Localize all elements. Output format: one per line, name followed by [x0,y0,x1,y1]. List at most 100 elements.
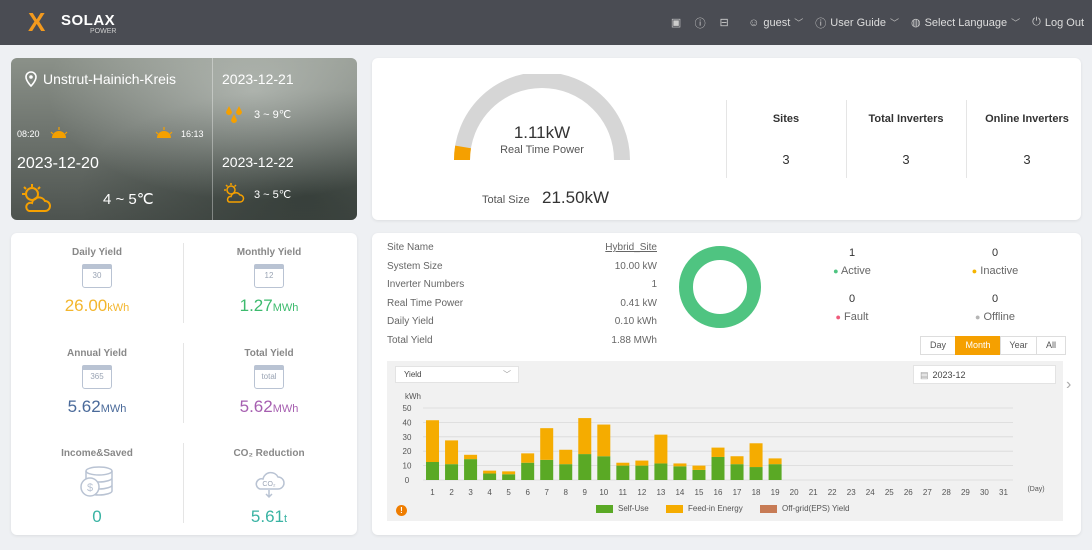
range-year-button[interactable]: Year [1000,336,1037,355]
location-pin-icon [25,71,37,87]
x-tick-label: 7 [544,488,549,497]
total-size-label: Total Size [482,194,530,206]
calendar-icon: ▤ [920,370,929,380]
x-tick-label: 24 [866,488,875,497]
offline-label: Offline [983,311,1016,323]
x-tick-label: 3 [468,488,473,497]
language-menu[interactable]: ◍ Select Language ﹀ [910,16,1020,30]
day2-temp: 3 ~ 9℃ [254,109,292,121]
bar [559,449,573,465]
y-tick-label: 10 [403,462,412,471]
x-tick-label: 16 [714,488,723,497]
legend-label: Feed-in Energy [688,504,743,513]
chart-type-select[interactable]: Yield ﹀ [395,366,519,383]
bar [635,460,649,466]
annual-yield: Annual Yield 365 5.62MWh [27,348,167,417]
x-tick-label: 21 [809,488,818,497]
x-tick-label: 15 [695,488,704,497]
x-tick-label: 6 [525,488,530,497]
site-info-row: System Size 10.00 kW [387,261,657,272]
total-yield-label: Total Yield [244,348,294,359]
site-info-value: 0.10 kWh [614,316,657,328]
bar [540,428,554,460]
logout-button[interactable]: ⏻ Log Out [1032,16,1084,29]
y-tick-label: 0 [405,476,410,485]
site-info-row[interactable]: Site Name Hybrid_Site [387,242,657,253]
user-menu[interactable]: ☺ guest ﹀ [748,16,803,29]
x-tick-label: 14 [675,488,684,497]
site-info-value: 0.41 kW [620,297,657,309]
x-tick-label: 9 [583,488,588,497]
y-tick-label: 50 [403,404,412,413]
info-icon[interactable]: ⓘ [692,15,708,31]
x-tick-label: 20 [790,488,799,497]
bar [616,465,630,480]
x-tick-label: 31 [999,488,1008,497]
weather-divider [212,58,213,220]
total-inverters-value: 3 [902,152,910,167]
co2-reduction-value: 5.61 [250,507,285,526]
calendar-icon: total [254,365,284,389]
daily-yield-unit: kWh [107,302,130,314]
power-value: 1.11kW [513,123,571,142]
bar [483,473,497,480]
legend-feed-in[interactable]: Feed-in Energy [666,504,743,513]
screen-icon[interactable]: ▣ [668,16,684,29]
bar [597,456,611,480]
site-name-link[interactable]: Hybrid_Site [605,242,657,253]
chevron-right-icon[interactable]: › [1066,376,1071,394]
bar [749,443,763,468]
status-inactive: 0 ● Inactive [960,247,1030,277]
calendar-icon: 30 [82,264,112,288]
co2-reduction: CO₂ Reduction CO₂ 5.61t [199,448,339,527]
active-label: Active [840,265,871,277]
site-info-label: Inverter Numbers [387,279,465,291]
legend-off-grid[interactable]: Off-grid(EPS) Yield [760,504,849,513]
total-yield-unit: MWh [272,403,299,415]
total-yield-value: 5.62 [239,397,273,416]
bar [426,420,440,462]
site-info-row: Total Yield 1.88 MWh [387,335,657,346]
x-tick-label: 23 [847,488,856,497]
day2-date: 2023-12-21 [222,71,294,87]
x-tick-label: 5 [506,488,511,497]
x-tick-label: 17 [733,488,742,497]
book-icon[interactable]: ⊟ [716,16,732,29]
bar [521,462,535,480]
today-temp: 4 ~ 5℃ [103,191,154,208]
inactive-count: 0 [991,247,999,259]
bar [673,466,687,480]
solax-logo[interactable]: X SOLAX POWER [28,8,123,38]
site-info-row: Inverter Numbers 1 [387,279,657,290]
x-tick-label: 4 [487,488,492,497]
monthly-yield-unit: MWh [272,302,299,314]
x-tick-label: 22 [828,488,837,497]
bar [578,454,592,480]
x-tick-label: 2 [449,488,454,497]
annual-yield-unit: MWh [100,403,127,415]
daily-yield: Daily Yield 30 26.00kWh [27,247,167,316]
bar [464,454,478,460]
bar [483,470,497,474]
legend-self-use[interactable]: Self-Use [596,504,649,513]
x-tick-label: 30 [980,488,989,497]
x-axis-unit: (Day) [1027,486,1044,493]
x-tick-label: 28 [942,488,951,497]
range-day-button[interactable]: Day [920,336,956,355]
globe-icon: ◍ [910,17,921,29]
y-axis-unit: kWh [405,392,421,401]
bar [768,458,782,465]
x-tick-label: 12 [637,488,646,497]
monthly-yield-label: Monthly Yield [236,247,302,258]
user-guide-menu[interactable]: ⓘ User Guide ﹀ [815,15,899,31]
header-nav: ▣ ⓘ ⊟ ☺ guest ﹀ ⓘ User Guide ﹀ ◍ Select Langu… [664,0,1084,45]
day3-date: 2023-12-22 [222,154,294,170]
site-info-label: Daily Yield [387,316,434,328]
range-all-button[interactable]: All [1036,336,1066,355]
offline-dot: ● [974,312,981,322]
status-donut [679,246,761,328]
daily-yield-label: Daily Yield [71,247,123,258]
chart-date-picker[interactable]: ▤ 2023-12 [913,365,1056,384]
range-month-button[interactable]: Month [955,336,1001,355]
warning-icon[interactable]: ! [396,505,407,516]
